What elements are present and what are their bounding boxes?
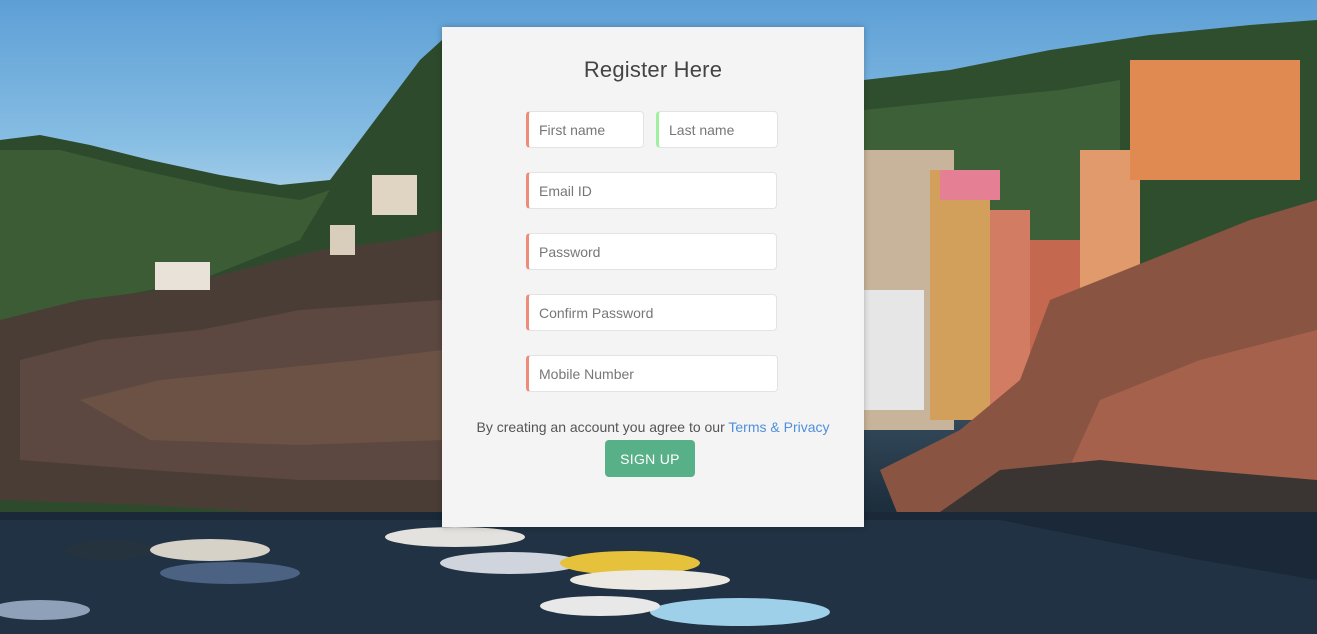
email-input[interactable] bbox=[526, 172, 777, 209]
register-card: Register Here By creating an account you… bbox=[442, 27, 864, 527]
form-title: Register Here bbox=[583, 57, 723, 82]
mobile-number-input[interactable] bbox=[526, 355, 778, 392]
terms-prefix: By creating an account you agree to our bbox=[476, 419, 729, 435]
last-name-input[interactable] bbox=[656, 111, 778, 148]
signup-button[interactable]: SIGN UP bbox=[605, 440, 695, 477]
terms-privacy-link[interactable]: Terms & Privacy bbox=[728, 419, 829, 435]
terms-text: By creating an account you agree to our … bbox=[442, 419, 864, 435]
confirm-password-input[interactable] bbox=[526, 294, 777, 331]
password-input[interactable] bbox=[526, 233, 777, 270]
first-name-input[interactable] bbox=[526, 111, 644, 148]
